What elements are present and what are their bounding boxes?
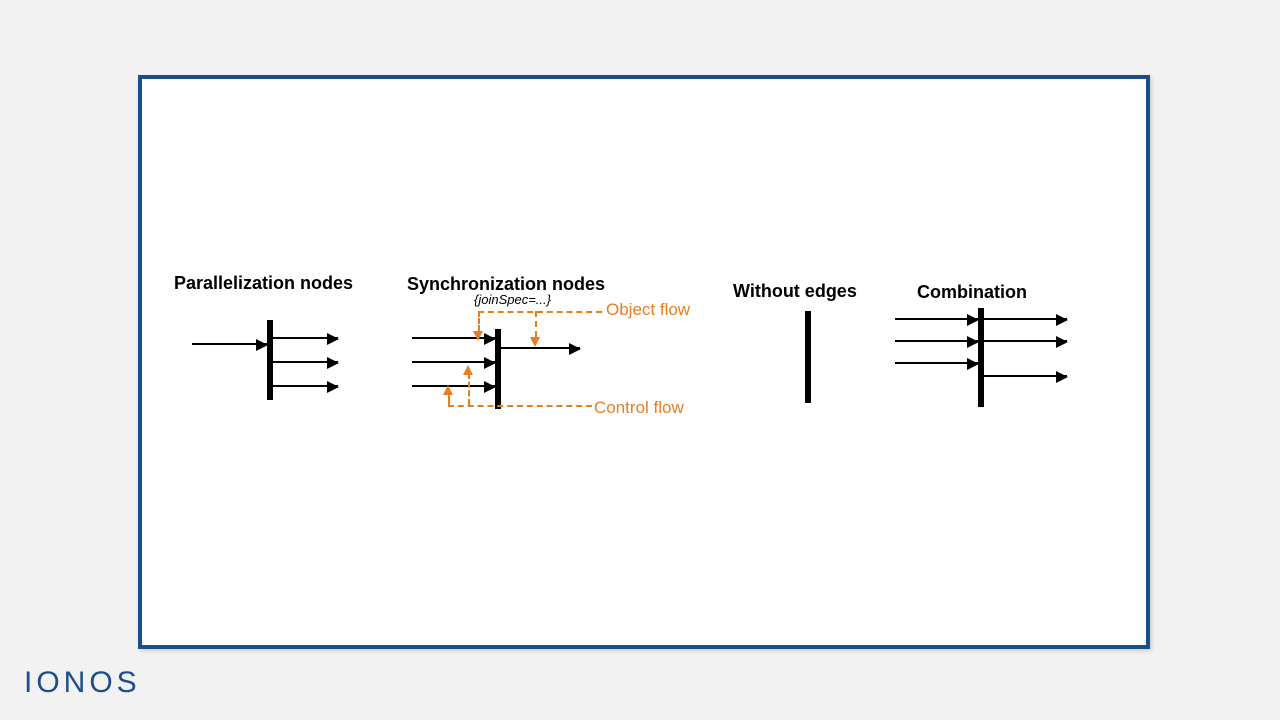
parallelization-fork-bar	[267, 320, 273, 400]
without-edges-bar	[805, 311, 811, 403]
object-flow-label: Object flow	[606, 300, 690, 320]
combination-out-arrow-2	[984, 340, 1067, 342]
parallelization-out-arrow-1	[273, 337, 338, 339]
object-flow-dash-v-right	[535, 311, 537, 337]
synchronization-out-arrow	[501, 347, 580, 349]
control-flow-label: Control flow	[594, 398, 684, 418]
control-flow-arrowhead-mid	[463, 365, 473, 375]
combination-in-arrow-1	[895, 318, 978, 320]
control-flow-dash-h	[448, 405, 592, 407]
parallelization-out-arrow-3	[273, 385, 338, 387]
object-flow-arrowhead-right	[530, 337, 540, 347]
object-flow-arrowhead-left	[473, 331, 483, 341]
control-flow-dash-v-mid	[468, 373, 470, 405]
object-flow-dash-h	[478, 311, 602, 313]
object-flow-dash-v-left	[478, 311, 480, 331]
synchronization-in-arrow-3	[412, 385, 495, 387]
join-spec-label: {joinSpec=...}	[474, 292, 551, 307]
ionos-logo: IONOS	[24, 666, 141, 700]
combination-out-arrow-3	[984, 375, 1067, 377]
combination-in-arrow-2	[895, 340, 978, 342]
synchronization-in-arrow-2	[412, 361, 495, 363]
combination-title: Combination	[917, 282, 1027, 303]
diagram-frame: Parallelization nodes Synchronization no…	[138, 75, 1150, 649]
combination-in-arrow-3	[895, 362, 978, 364]
combination-out-arrow-1	[984, 318, 1067, 320]
without-edges-title: Without edges	[733, 281, 857, 302]
parallelization-title: Parallelization nodes	[174, 273, 353, 294]
parallelization-in-arrow	[192, 343, 267, 345]
control-flow-arrowhead-bot	[443, 385, 453, 395]
parallelization-out-arrow-2	[273, 361, 338, 363]
